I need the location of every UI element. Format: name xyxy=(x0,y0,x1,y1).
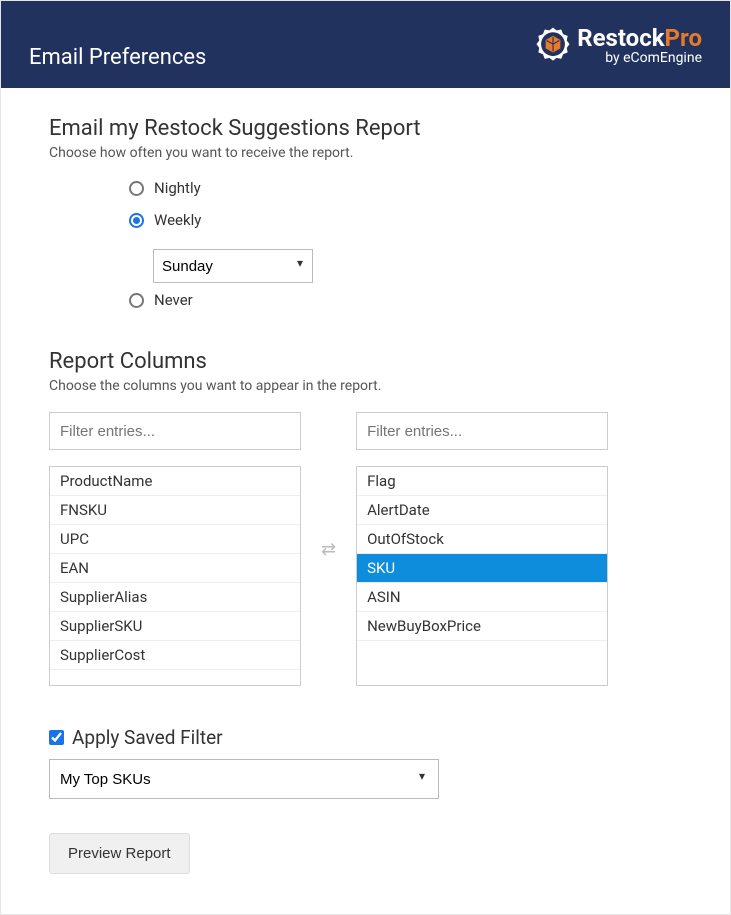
list-item[interactable]: OutOfStock xyxy=(357,525,607,554)
restock-frequency-section: Email my Restock Suggestions Report Choo… xyxy=(49,116,682,309)
report-columns-section: Report Columns Choose the columns you wa… xyxy=(49,349,682,686)
list-item[interactable]: SKU xyxy=(357,554,607,583)
page-title: Email Preferences xyxy=(29,45,206,70)
list-item[interactable]: NewBuyBoxPrice xyxy=(357,612,607,641)
available-columns-list[interactable]: ProductNameFNSKUUPCEANSupplierAliasSuppl… xyxy=(50,467,300,685)
gear-cube-icon xyxy=(529,22,577,70)
list-item[interactable]: AlertDate xyxy=(357,496,607,525)
apply-saved-filter-label: Apply Saved Filter xyxy=(72,726,223,749)
radio-never[interactable] xyxy=(129,293,144,308)
list-item[interactable]: FNSKU xyxy=(50,496,300,525)
chosen-columns-panel: FlagAlertDateOutOfStockSKUASINNewBuyBoxP… xyxy=(356,412,608,686)
brand-name: RestockPro xyxy=(577,26,702,51)
radio-nightly-label: Nightly xyxy=(154,179,201,197)
list-item[interactable]: Flag xyxy=(357,467,607,496)
list-item[interactable]: EAN xyxy=(50,554,300,583)
radio-never-label: Never xyxy=(154,291,193,309)
section-title: Email my Restock Suggestions Report xyxy=(49,116,682,141)
available-columns-panel: ProductNameFNSKUUPCEANSupplierAliasSuppl… xyxy=(49,412,301,686)
section-title: Report Columns xyxy=(49,349,682,374)
chosen-columns-list[interactable]: FlagAlertDateOutOfStockSKUASINNewBuyBoxP… xyxy=(357,467,607,685)
list-item[interactable]: SupplierSKU xyxy=(50,612,300,641)
list-item[interactable]: ASIN xyxy=(357,583,607,612)
list-item[interactable]: SupplierCost xyxy=(50,641,300,670)
chosen-filter-input[interactable] xyxy=(356,412,608,450)
saved-filter-select[interactable]: My Top SKUs xyxy=(49,759,439,799)
radio-weekly[interactable] xyxy=(129,213,144,228)
list-item[interactable]: ProductName xyxy=(50,467,300,496)
list-item[interactable]: SupplierAlias xyxy=(50,583,300,612)
section-subtitle: Choose how often you want to receive the… xyxy=(49,145,682,161)
saved-filter-section: Apply Saved Filter My Top SKUs xyxy=(49,726,682,799)
available-filter-input[interactable] xyxy=(49,412,301,450)
page-header: Email Preferences RestockPro xyxy=(1,1,730,88)
apply-saved-filter-checkbox[interactable] xyxy=(49,730,64,745)
section-subtitle: Choose the columns you want to appear in… xyxy=(49,378,682,394)
radio-weekly-label: Weekly xyxy=(154,211,201,229)
list-item[interactable]: UPC xyxy=(50,525,300,554)
swap-icon[interactable]: ⇄ xyxy=(321,539,336,560)
brand-byline: by eComEngine xyxy=(577,51,702,66)
weekly-day-select[interactable]: Sunday xyxy=(153,249,313,283)
brand-logo: RestockPro by eComEngine xyxy=(529,22,702,70)
preview-report-button[interactable]: Preview Report xyxy=(49,833,190,874)
radio-nightly[interactable] xyxy=(129,181,144,196)
